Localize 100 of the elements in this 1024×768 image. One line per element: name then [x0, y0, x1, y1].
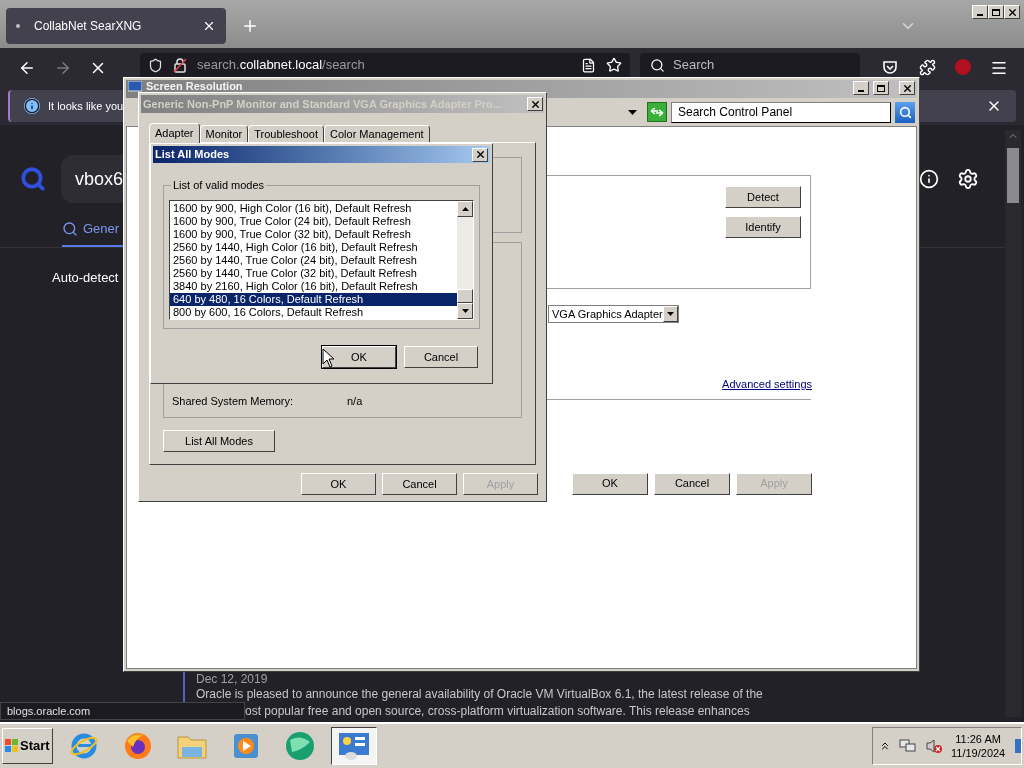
- close-button[interactable]: [472, 147, 488, 162]
- dialog-tab[interactable]: Monitor: [199, 125, 249, 142]
- down-arrow-icon: [461, 308, 469, 313]
- speaker-muted-icon[interactable]: [925, 738, 943, 754]
- address-field[interactable]: search.collabnet.local/search: [140, 53, 630, 77]
- close-button[interactable]: [899, 81, 915, 95]
- scroll-thumb[interactable]: [1007, 148, 1019, 203]
- mode-item[interactable]: 800 by 600, 16 Colors, Default Refresh: [170, 305, 457, 319]
- dialog-tab[interactable]: Color Management: [324, 125, 430, 142]
- tray-expand-icon[interactable]: [879, 740, 891, 752]
- reader-view-icon[interactable]: [581, 57, 596, 73]
- browser-tab[interactable]: CollabNet SearXNG: [6, 8, 226, 44]
- scrollbar[interactable]: [1005, 130, 1021, 717]
- extensions-icon[interactable]: [919, 59, 936, 76]
- forward-icon[interactable]: [54, 59, 72, 77]
- search-icon: [650, 57, 665, 73]
- scroll-up-button[interactable]: [457, 200, 473, 217]
- minimize-button[interactable]: [972, 5, 988, 19]
- monitor-icon: [128, 81, 142, 92]
- mode-item[interactable]: 1600 by 900, True Color (32 bit), Default Refresh: [170, 227, 457, 241]
- close-button[interactable]: [527, 97, 543, 111]
- control-panel-icon: [337, 731, 371, 761]
- info-label: Shared System Memory:: [172, 393, 295, 409]
- maximize-icon: [992, 8, 1000, 16]
- globe-icon: [284, 730, 316, 762]
- search-field[interactable]: Search Control Panel: [671, 101, 891, 123]
- taskbar-button[interactable]: [331, 727, 377, 765]
- mode-item[interactable]: 1600 by 900, High Color (16 bit), Default Refresh: [170, 201, 457, 215]
- mode-item[interactable]: 2560 by 1440, High Color (16 bit), Default Refresh: [170, 240, 457, 254]
- dialog-button[interactable]: OK: [301, 473, 376, 495]
- close-icon: [901, 82, 913, 94]
- pocket-icon[interactable]: [882, 59, 898, 75]
- scroll-thumb[interactable]: [457, 288, 473, 303]
- lock-icon: [173, 57, 187, 73]
- tab-title: CollabNet SearXNG: [34, 18, 143, 35]
- auto-detect-text: Auto-detect: [52, 268, 119, 287]
- clock-time: 11:26 AM: [955, 732, 1001, 746]
- back-icon[interactable]: [18, 59, 36, 77]
- mode-item[interactable]: 3840 by 2160, High Color (16 bit), Default Refresh: [170, 279, 457, 293]
- up-arrow-icon: [461, 206, 469, 211]
- fox-logo-icon: [123, 731, 153, 761]
- shield-icon: [148, 57, 163, 73]
- dialog-button[interactable]: List All Modes: [163, 430, 275, 453]
- search-placeholder: Search: [673, 56, 715, 75]
- close-icon[interactable]: [202, 19, 216, 33]
- search-icon: [62, 220, 78, 237]
- minimize-icon: [977, 14, 983, 16]
- network-icon[interactable]: [899, 738, 917, 754]
- result-snippet: ost popular free and open source, cross-platform virtualization software. This release enhances: [245, 703, 750, 720]
- dialog-tab[interactable]: Troubleshoot: [248, 125, 325, 142]
- favicon-icon: [16, 24, 20, 28]
- maximize-icon: [877, 84, 885, 92]
- close-button[interactable]: [1004, 5, 1020, 19]
- search-button[interactable]: [895, 101, 915, 123]
- group-label: List of valid modes: [172, 178, 266, 193]
- minimize-icon: [858, 90, 864, 92]
- logo-search-icon: [20, 166, 46, 192]
- result-snippet: Oracle is pleased to announce the general availability of Oracle VM VirtualBox 6.1, the latest release of the: [196, 687, 764, 702]
- menu-icon[interactable]: [990, 59, 1008, 77]
- minimize-button[interactable]: [853, 81, 869, 95]
- dialog-button[interactable]: Cancel: [382, 473, 457, 495]
- info-value: n/a: [347, 393, 363, 409]
- dialog-button[interactable]: Detect: [725, 186, 801, 208]
- settings-icon[interactable]: [957, 168, 979, 190]
- display-dropdown[interactable]: VGA Graphics Adapter: [548, 305, 679, 323]
- info-icon: [24, 98, 40, 114]
- mode-item[interactable]: 640 by 480, 16 Colors, Default Refresh: [170, 292, 457, 306]
- dropdown-arrow-icon: [628, 109, 637, 115]
- result-date: Dec 12, 2019: [196, 672, 269, 687]
- clock-date: 11/19/2024: [951, 746, 1006, 760]
- bookmark-star-icon[interactable]: [606, 57, 622, 73]
- dialog-title: List All Modes: [155, 147, 231, 163]
- dialog-button[interactable]: Identify: [725, 216, 801, 238]
- dialog-button[interactable]: Cancel: [654, 472, 730, 495]
- notification-text: It looks like you: [48, 98, 124, 114]
- start-button[interactable]: Start: [2, 728, 53, 764]
- maximize-button[interactable]: [873, 81, 889, 95]
- info-icon[interactable]: [919, 169, 939, 189]
- windows-flag-icon: [5, 739, 19, 753]
- dialog-button[interactable]: Cancel: [404, 346, 478, 368]
- mode-item[interactable]: 2560 by 1440, True Color (32 bit), Default Refresh: [170, 266, 457, 280]
- close-icon: [529, 98, 541, 110]
- maximize-button[interactable]: [988, 5, 1004, 19]
- search-field[interactable]: Search: [640, 53, 860, 77]
- window-title: Screen Resolution: [146, 81, 244, 92]
- play-icon: [231, 731, 261, 761]
- dropdown-arrow-icon: [667, 312, 674, 316]
- refresh-button[interactable]: [647, 102, 667, 122]
- scrollbar[interactable]: [457, 200, 473, 319]
- advanced-settings-link[interactable]: Advanced settings: [722, 376, 812, 393]
- mode-item[interactable]: 2560 by 1440, True Color (24 bit), Default Refresh: [170, 253, 457, 267]
- modes-list[interactable]: [169, 199, 474, 320]
- url-text: search.collabnet.local/search: [197, 56, 366, 75]
- dialog-tab[interactable]: Adapter: [149, 123, 200, 143]
- refresh-arrows-icon: [650, 107, 664, 117]
- dialog-button[interactable]: OK: [572, 472, 648, 495]
- mode-item[interactable]: 1600 by 900, True Color (24 bit), Default Refresh: [170, 214, 457, 228]
- status-url: blogs.oracle.com: [0, 702, 245, 720]
- mouse-cursor-icon: [322, 348, 335, 368]
- close-icon: [474, 149, 486, 160]
